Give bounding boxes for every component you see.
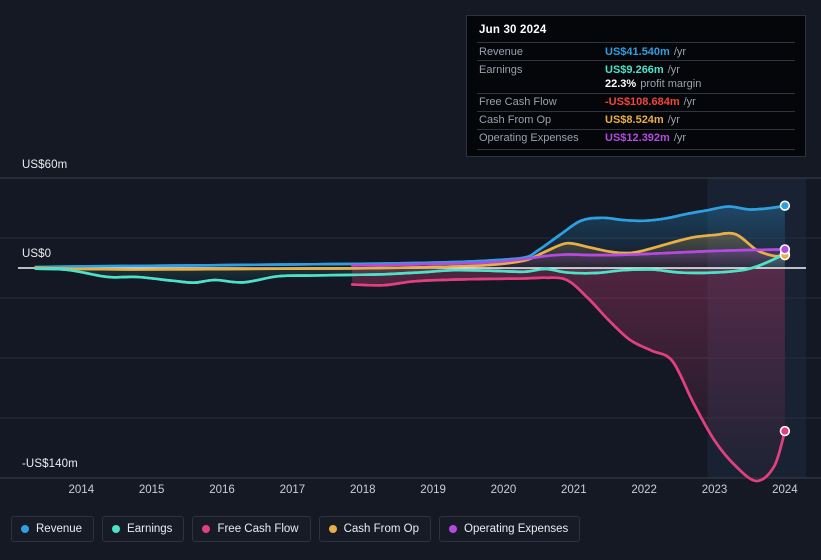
legend-item-operating-expenses[interactable]: Operating Expenses [439,516,580,542]
endpoint-marker-revenue [780,200,790,210]
legend-color-dot-icon [21,525,29,533]
endpoint-marker-operating-expenses [780,244,790,254]
chart-legend: Revenue Earnings Free Cash Flow Cash From O… [11,516,580,542]
tooltip-date: Jun 30 2024 [477,23,795,42]
tooltip-row-value: 22.3% [605,78,636,90]
tooltip-row-label: Revenue [479,46,605,58]
tooltip-row-label: Earnings [479,64,605,76]
tooltip-row-value: US$9.266m [605,64,664,76]
tooltip-row-unit: /yr [674,46,686,58]
x-axis-tick-2017: 2017 [280,484,306,496]
legend-item-label: Operating Expenses [464,523,568,535]
endpoint-dot [781,246,788,253]
endpoint-marker-free-cash-flow [780,426,790,436]
y-axis-label-top: US$60m [22,159,67,171]
tooltip-row: Cash From OpUS$8.524m/yr [477,111,795,129]
x-axis-tick-2021: 2021 [561,484,587,496]
tooltip-row-value: -US$108.684m [605,96,680,108]
tooltip-row: Operating ExpensesUS$12.392m/yr [477,129,795,147]
data-tooltip: Jun 30 2024 RevenueUS$41.540m/yrEarnings… [466,15,806,157]
tooltip-row-value: US$8.524m [605,114,664,126]
x-axis-tick-2024: 2024 [772,484,798,496]
y-axis-label-bottom: -US$140m [22,458,78,470]
endpoint-dot [781,427,788,434]
legend-color-dot-icon [112,525,120,533]
tooltip-row-value: US$41.540m [605,46,670,58]
tooltip-row-value: US$12.392m [605,132,670,144]
legend-item-revenue[interactable]: Revenue [11,516,94,542]
tooltip-row: Free Cash Flow-US$108.684m/yr [477,93,795,111]
x-axis-tick-2019: 2019 [420,484,446,496]
legend-item-earnings[interactable]: Earnings [102,516,184,542]
legend-color-dot-icon [329,525,337,533]
tooltip-row-unit: /yr [674,132,686,144]
tooltip-rows: RevenueUS$41.540m/yrEarningsUS$9.266m/yr… [477,42,795,147]
x-axis-tick-2015: 2015 [139,484,165,496]
legend-item-label: Cash From Op [344,523,419,535]
tooltip-row: 22.3% profit margin [477,78,795,93]
x-axis-labels: 2014 2015 2016 2017 2018 2019 2020 2021 2022 2023… [0,484,821,502]
tooltip-row-unit: /yr [668,114,680,126]
financial-chart: US$60m US$0 -US$140m 2014201520162017201… [0,0,821,560]
x-axis-tick-2022: 2022 [631,484,657,496]
y-axis-label-zero: US$0 [22,248,51,260]
x-axis-tick-2014: 2014 [69,484,95,496]
tooltip-row-unit: /yr [684,96,696,108]
tooltip-row-label: Cash From Op [479,114,605,126]
tooltip-row-unit: profit margin [640,78,701,90]
legend-item-free-cash-flow[interactable]: Free Cash Flow [192,516,310,542]
legend-item-cash-from-op[interactable]: Cash From Op [319,516,431,542]
legend-item-label: Revenue [36,523,82,535]
tooltip-bottom-rule [477,149,795,150]
endpoint-dot [781,202,788,209]
tooltip-row-label: Free Cash Flow [479,96,605,108]
legend-item-label: Free Cash Flow [217,523,298,535]
x-axis-tick-2020: 2020 [491,484,517,496]
x-axis-tick-2016: 2016 [209,484,235,496]
legend-item-label: Earnings [127,523,172,535]
legend-color-dot-icon [449,525,457,533]
tooltip-row: RevenueUS$41.540m/yr [477,42,795,60]
x-axis-tick-2023: 2023 [702,484,728,496]
x-axis-tick-2018: 2018 [350,484,376,496]
tooltip-row-unit: /yr [668,64,680,76]
legend-color-dot-icon [202,525,210,533]
tooltip-row-label: Operating Expenses [479,132,605,144]
tooltip-row: EarningsUS$9.266m/yr [477,60,795,78]
